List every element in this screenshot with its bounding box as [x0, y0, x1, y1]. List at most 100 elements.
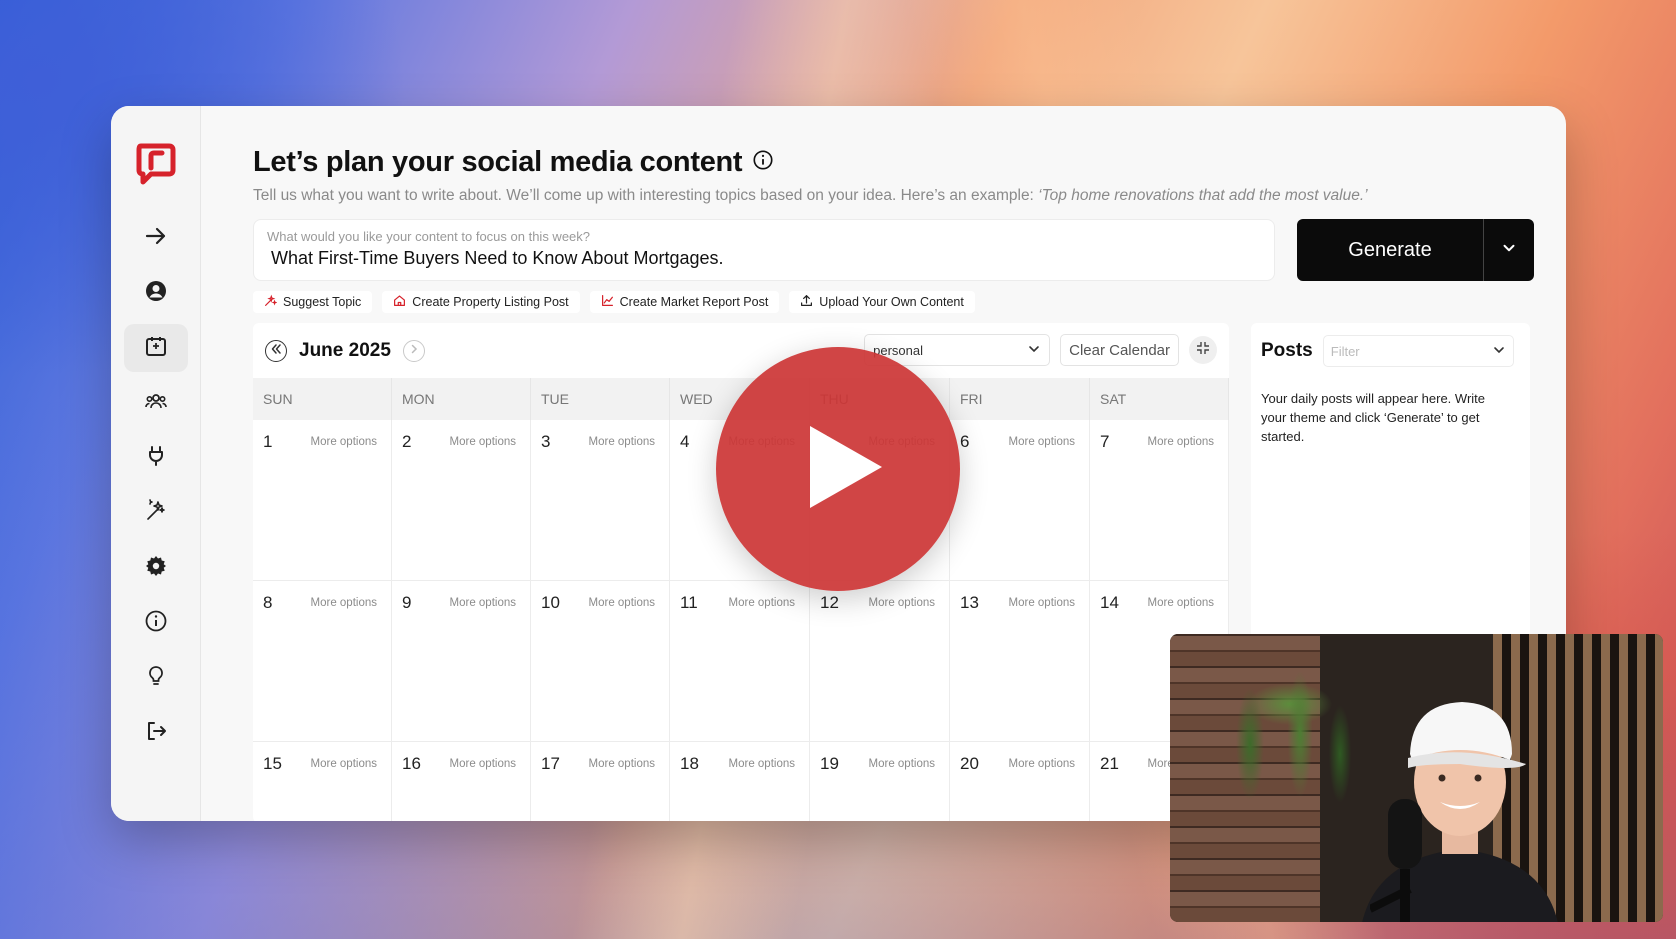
magic-wand-icon [144, 498, 168, 528]
generate-button[interactable]: Generate [1297, 219, 1483, 281]
calendar-month-title: June 2025 [299, 339, 391, 361]
day-number: 7 [1100, 432, 1110, 451]
more-options-button[interactable]: More options [1009, 436, 1075, 448]
info-icon [144, 609, 168, 638]
day-number: 11 [680, 593, 698, 612]
more-options-button[interactable]: More options [869, 597, 935, 609]
create-listing-post-label: Create Property Listing Post [412, 295, 569, 309]
generate-options-button[interactable] [1483, 219, 1534, 281]
calendar-day[interactable]: 2 More options [392, 420, 531, 581]
sidebar-item-team[interactable] [124, 379, 188, 427]
arrow-right-icon [144, 224, 168, 253]
collapse-view-button[interactable] [1189, 336, 1217, 364]
weekday-label: MON [392, 378, 531, 420]
more-options-button[interactable]: More options [589, 597, 655, 609]
weekday-label: FRI [950, 378, 1090, 420]
suggest-topic-button[interactable]: Suggest Topic [253, 291, 373, 313]
upload-icon [800, 294, 813, 310]
calendar-day[interactable]: 17 More options [531, 742, 670, 821]
weekday-label: TUE [531, 378, 670, 420]
app-logo[interactable] [135, 142, 177, 186]
posts-title: Posts [1261, 340, 1313, 361]
info-icon[interactable] [752, 149, 774, 176]
upload-content-button[interactable]: Upload Your Own Content [789, 291, 975, 313]
calendar-day[interactable]: 19 More options [810, 742, 950, 821]
more-options-button[interactable]: More options [729, 597, 795, 609]
focus-input-field[interactable]: What would you like your content to focu… [253, 219, 1275, 281]
clear-calendar-button[interactable]: Clear Calendar [1060, 334, 1179, 366]
calendar-day[interactable]: 12 More options [810, 581, 950, 742]
day-number: 16 [402, 754, 421, 773]
more-options-button[interactable]: More options [589, 436, 655, 448]
create-market-report-label: Create Market Report Post [619, 295, 769, 309]
day-number: 13 [960, 593, 979, 612]
calendar-day[interactable]: 15 More options [253, 742, 392, 821]
more-options-button[interactable]: More options [729, 758, 795, 770]
video-play-button[interactable] [716, 347, 960, 591]
logout-icon [144, 719, 168, 748]
calendar-day[interactable]: 16 More options [392, 742, 531, 821]
upload-content-label: Upload Your Own Content [819, 295, 964, 309]
day-number: 12 [820, 593, 839, 612]
chevron-down-icon [1027, 342, 1041, 359]
sidebar-item-ideas[interactable] [124, 654, 188, 702]
sidebar-item-logout[interactable] [124, 709, 188, 757]
chevron-down-icon [1492, 343, 1506, 360]
more-options-button[interactable]: More options [450, 436, 516, 448]
calendar-day[interactable]: 10 More options [531, 581, 670, 742]
calendar-day[interactable]: 20 More options [950, 742, 1090, 821]
day-number: 3 [541, 432, 551, 451]
sidebar-item-settings[interactable] [124, 544, 188, 592]
calendar-day[interactable]: 1 More options [253, 420, 392, 581]
next-month-button[interactable] [402, 339, 425, 362]
more-options-button[interactable]: More options [311, 758, 377, 770]
more-options-button[interactable]: More options [1009, 597, 1075, 609]
calendar-day[interactable]: 7 More options [1090, 420, 1229, 581]
team-icon [144, 389, 168, 418]
compress-icon [1196, 341, 1210, 360]
more-options-button[interactable]: More options [1009, 758, 1075, 770]
calendar-day[interactable]: 13 More options [950, 581, 1090, 742]
weekday-label: SUN [253, 378, 392, 420]
more-options-button[interactable]: More options [1148, 436, 1214, 448]
subtitle-text: Tell us what you want to write about. We… [253, 187, 1039, 204]
home-icon [393, 294, 406, 310]
page-subtitle: Tell us what you want to write about. We… [253, 187, 1534, 205]
more-options-button[interactable]: More options [450, 758, 516, 770]
create-listing-post-button[interactable]: Create Property Listing Post [382, 291, 580, 313]
chart-icon [601, 294, 614, 310]
filter-placeholder: Filter [1330, 343, 1360, 359]
sidebar-item-info[interactable] [124, 599, 188, 647]
sidebar-item-ai-tools[interactable] [124, 489, 188, 537]
play-icon [790, 422, 886, 517]
calendar-day[interactable]: 11 More options [670, 581, 810, 742]
calendar-day[interactable]: 8 More options [253, 581, 392, 742]
microphone-image [1370, 799, 1422, 922]
sidebar-item-calendar[interactable] [123, 324, 188, 372]
more-options-button[interactable]: More options [311, 597, 377, 609]
posts-filter-select[interactable]: Filter [1322, 335, 1514, 367]
calendar-day[interactable]: 18 More options [670, 742, 810, 821]
sidebar-item-expand[interactable] [124, 214, 188, 262]
lightbulb-icon [144, 664, 168, 693]
more-options-button[interactable]: More options [1148, 597, 1214, 609]
calendar-day[interactable]: 9 More options [392, 581, 531, 742]
create-market-report-button[interactable]: Create Market Report Post [589, 291, 780, 313]
sidebar-item-integrations[interactable] [124, 434, 188, 482]
prev-month-button[interactable] [265, 339, 287, 362]
page-title: Let’s plan your social media content [253, 146, 743, 178]
calendar-day[interactable]: 6 More options [950, 420, 1090, 581]
sidebar-item-profile[interactable] [124, 269, 188, 317]
more-options-button[interactable]: More options [450, 597, 516, 609]
day-number: 10 [541, 593, 560, 612]
chevron-down-icon [1500, 239, 1518, 262]
more-options-button[interactable]: More options [589, 758, 655, 770]
day-number: 4 [680, 432, 690, 451]
calendar-day[interactable]: 3 More options [531, 420, 670, 581]
user-icon [144, 279, 168, 308]
double-chevron-left-icon [270, 342, 282, 360]
focus-input-value[interactable]: What First-Time Buyers Need to Know Abou… [267, 248, 1261, 269]
more-options-button[interactable]: More options [311, 436, 377, 448]
more-options-button[interactable]: More options [869, 758, 935, 770]
focus-input-label: What would you like your content to focu… [267, 229, 591, 244]
